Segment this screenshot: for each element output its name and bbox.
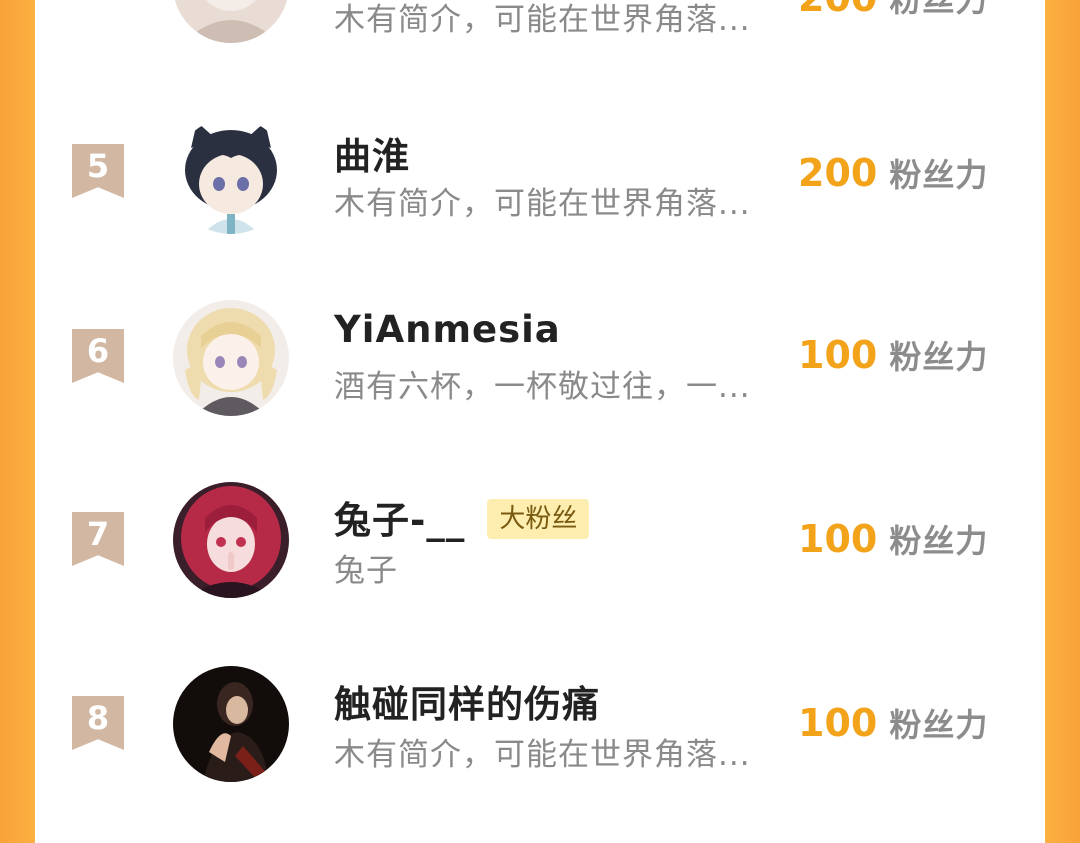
avatar[interactable]	[173, 0, 289, 43]
score-value: 100	[798, 517, 878, 561]
rank-ribbon-icon: 6	[72, 329, 124, 383]
user-bio: 木有简介，可能在世界角落...	[334, 737, 751, 773]
user-bio: 木有简介，可能在世界角落...	[334, 186, 751, 222]
list-item[interactable]: 5 曲淮 木有简介，可能在世界角落... 200 粉丝力	[35, 118, 1045, 268]
user-name[interactable]: 曲淮	[334, 126, 410, 180]
dark-portrait-avatar-icon	[173, 666, 289, 782]
list-item[interactable]: 7 兔子-__ 大粉丝 兔子 100 粉丝力	[35, 482, 1045, 632]
score-unit: 粉丝力	[889, 156, 989, 194]
list-item[interactable]: 6 YiAnmesia 酒有六杯，一杯敬过往，一... 100 粉丝力	[35, 300, 1045, 450]
score-unit: 粉丝力	[889, 706, 989, 744]
rank-ribbon-icon: 7	[72, 512, 124, 566]
user-bio: 兔子	[334, 553, 398, 589]
anime-red-hair-girl-avatar-icon	[173, 482, 289, 598]
fan-power-score: 100 粉丝力	[798, 332, 988, 378]
score-value: 100	[798, 333, 878, 377]
score-value: 200	[798, 0, 877, 20]
anime-boy-cat-ears-avatar-icon	[173, 118, 289, 234]
user-name[interactable]: YiAnmesia	[334, 308, 561, 351]
user-name[interactable]: 兔子-__ 大粉丝	[334, 490, 590, 544]
user-bio: 木有简介，可能在世界角落...	[334, 2, 751, 38]
avatar[interactable]	[173, 118, 289, 234]
fan-power-score: 200 粉丝力	[798, 0, 988, 21]
list-item[interactable]: 木有简介，可能在世界角落... 200 粉丝力	[35, 0, 1045, 43]
anime-blonde-girl-avatar-icon	[173, 300, 289, 416]
avatar[interactable]	[173, 482, 289, 598]
score-value: 200	[798, 151, 878, 195]
fan-power-score: 100 粉丝力	[798, 700, 988, 746]
avatar[interactable]	[173, 666, 289, 782]
user-name[interactable]: 触碰同样的伤痛	[334, 674, 600, 728]
rank-ribbon-icon: 8	[72, 696, 124, 750]
user-name-text: 兔子-__	[334, 499, 466, 542]
anime-avatar-icon	[173, 0, 289, 43]
score-unit: 粉丝力	[889, 522, 989, 560]
fan-ranking-panel: 木有简介，可能在世界角落... 200 粉丝力 5 曲淮 木有简介，可能在世界角落…	[35, 0, 1045, 843]
score-unit: 粉丝力	[889, 338, 989, 376]
list-item[interactable]: 8 触碰同样的伤痛 木有简介，可能在世界角落... 100 粉丝力	[35, 666, 1045, 816]
big-fan-badge: 大粉丝	[487, 499, 590, 539]
fan-power-score: 100 粉丝力	[798, 516, 988, 562]
user-bio: 酒有六杯，一杯敬过往，一...	[334, 369, 751, 405]
score-value: 100	[798, 701, 878, 745]
avatar[interactable]	[173, 300, 289, 416]
rank-ribbon-icon: 5	[72, 144, 124, 198]
score-unit: 粉丝力	[889, 0, 989, 19]
fan-power-score: 200 粉丝力	[798, 150, 988, 196]
